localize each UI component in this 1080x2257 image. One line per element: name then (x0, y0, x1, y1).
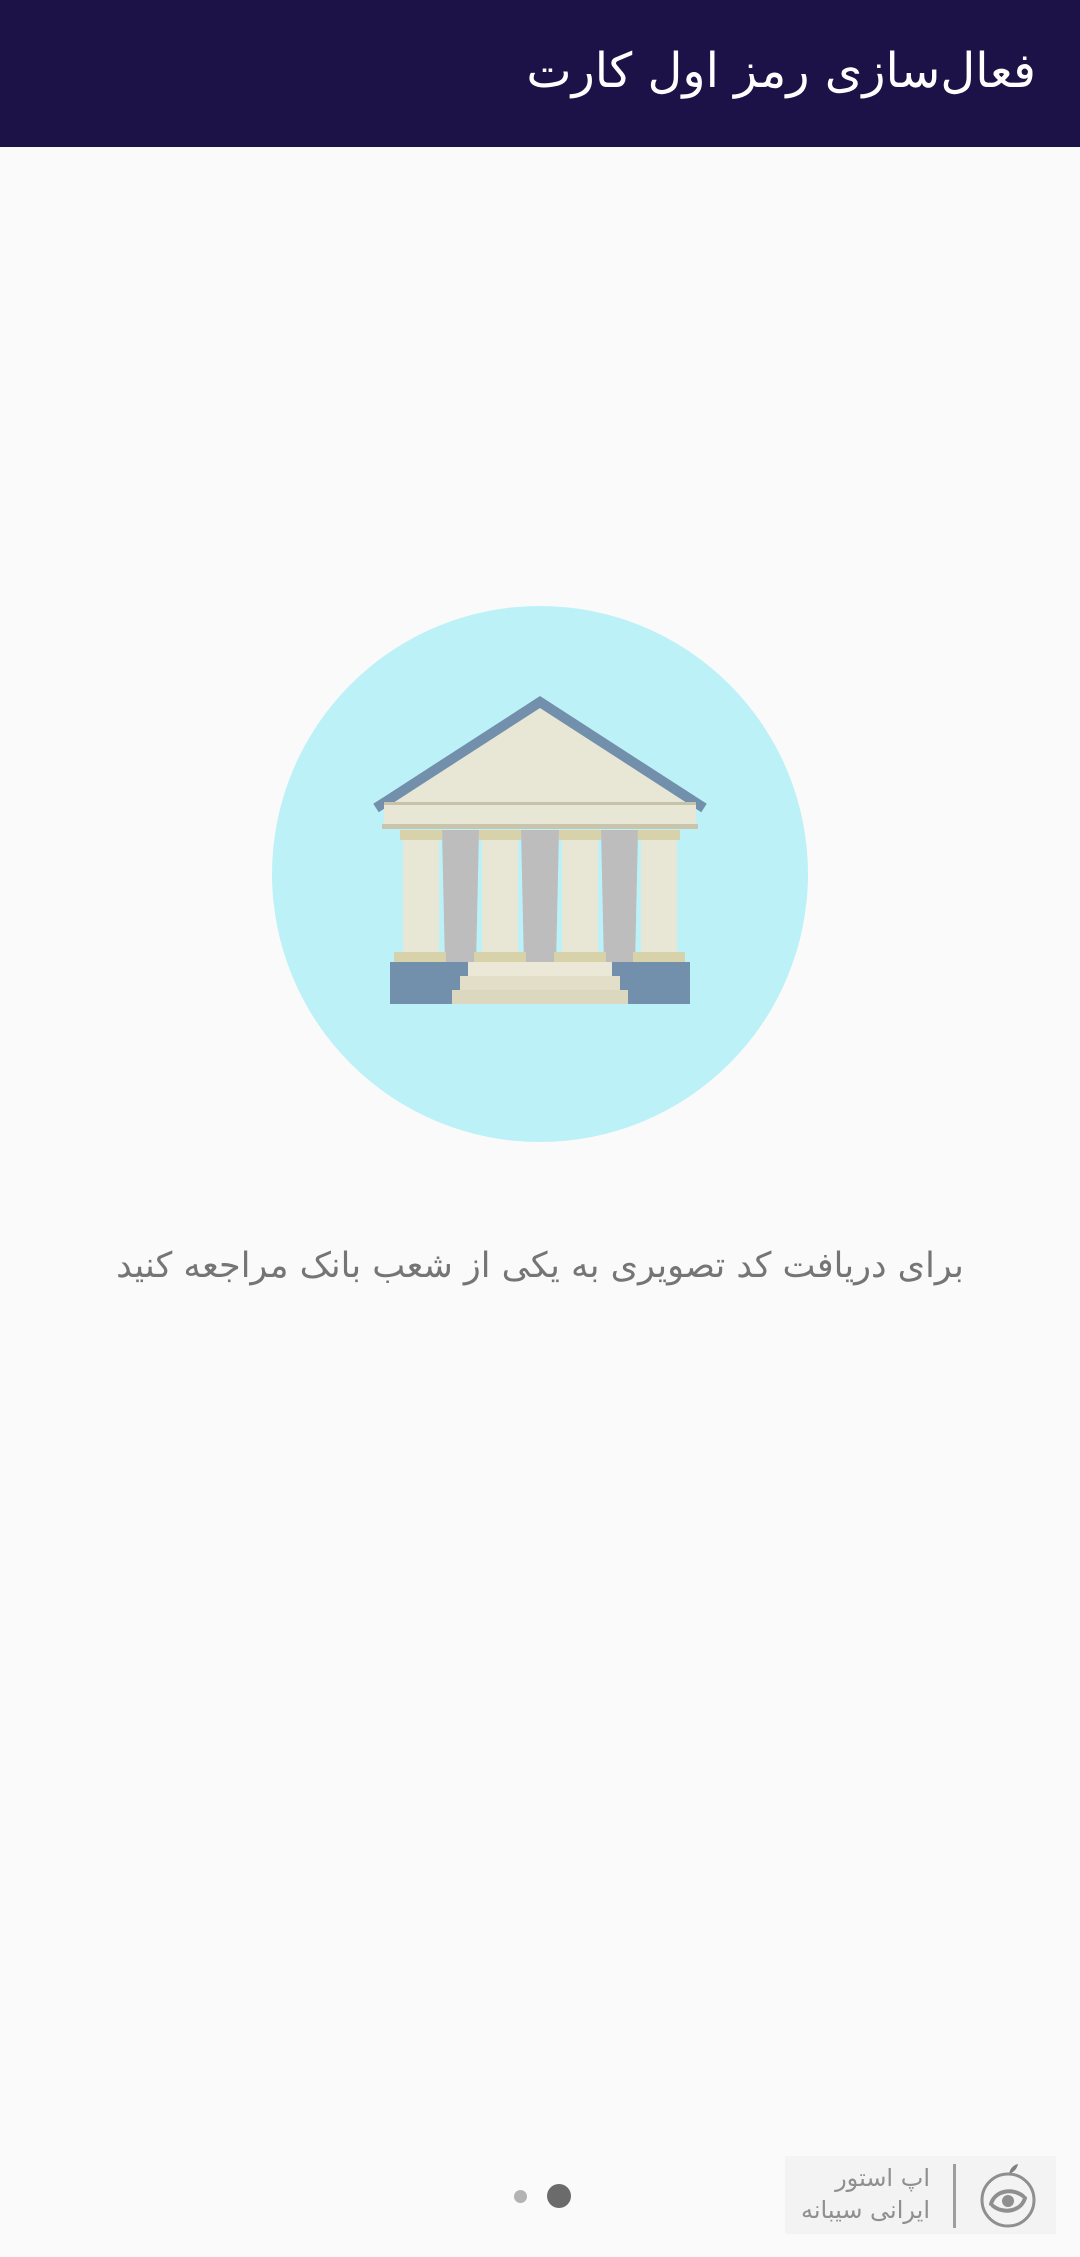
watermark-divider (953, 2164, 956, 2228)
app-bar: فعال‌سازی رمز اول کارت (0, 0, 1080, 147)
bank-illustration (272, 606, 808, 1142)
instruction-message: برای دریافت کد تصویری به یکی از شعب بانک… (116, 1246, 964, 1286)
page-dot-1[interactable] (514, 2190, 527, 2203)
apple-logo-icon (980, 2164, 1036, 2228)
watermark-text: اپ استور ایرانی سیبانه (801, 2162, 930, 2226)
watermark-line-1: اپ استور (835, 2164, 930, 2192)
watermark-line-2: ایرانی سیبانه (800, 2196, 930, 2224)
page-title: فعال‌سازی رمز اول کارت (526, 43, 1036, 99)
store-watermark: اپ استور ایرانی سیبانه (785, 2156, 1056, 2234)
page-dot-2-active[interactable] (547, 2184, 571, 2208)
